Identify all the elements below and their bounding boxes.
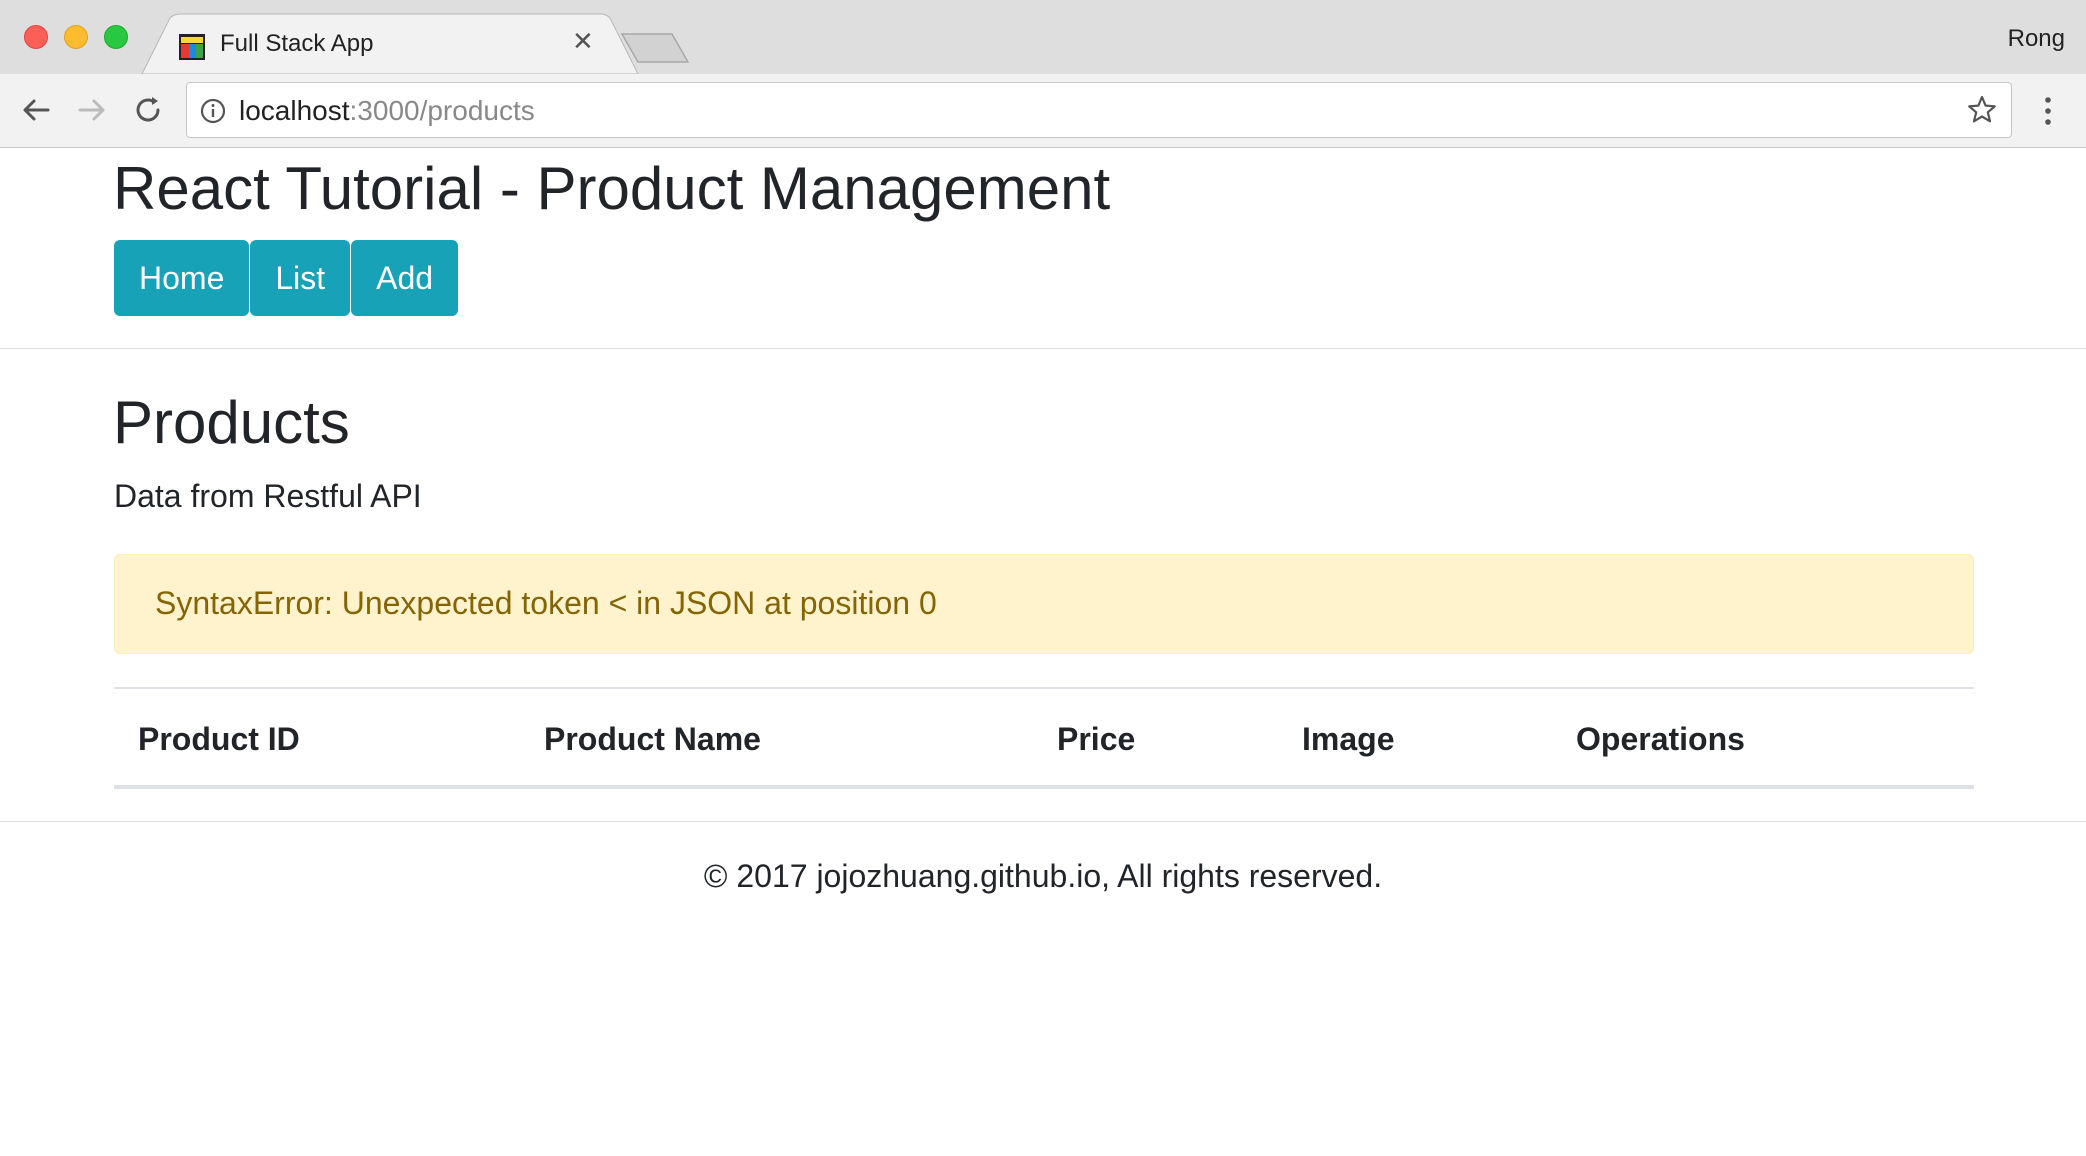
column-header-price: Price xyxy=(1057,721,1136,757)
url-path: :3000/products xyxy=(349,95,535,126)
url-text[interactable]: localhost:3000/products xyxy=(239,95,535,127)
more-menu-icon[interactable] xyxy=(2034,94,2062,128)
column-header-image: Image xyxy=(1302,721,1395,757)
nav-list-button[interactable]: List xyxy=(250,240,351,316)
error-alert-text: SyntaxError: Unexpected token < in JSON … xyxy=(155,585,937,621)
header-divider xyxy=(0,348,2086,349)
column-header-product-name: Product Name xyxy=(544,721,761,757)
reload-icon[interactable] xyxy=(130,92,166,128)
browser-titlebar: Full Stack App ✕ Rong xyxy=(0,0,2086,74)
page-content: React Tutorial - Product Management Home… xyxy=(0,148,2086,1156)
column-header-operations: Operations xyxy=(1576,721,1745,757)
new-tab-button[interactable] xyxy=(620,33,690,63)
page-title: Products xyxy=(113,389,350,456)
active-tab-shape[interactable] xyxy=(141,13,639,74)
table-header-border xyxy=(114,785,1974,789)
footer-divider xyxy=(0,821,2086,822)
footer-copyright: © 2017 jojozhuang.github.io, All rights … xyxy=(703,858,1383,894)
tab-close-icon[interactable]: ✕ xyxy=(572,28,594,54)
main-nav: Home List Add xyxy=(114,240,459,316)
column-header-product-id: Product ID xyxy=(138,721,300,757)
info-icon[interactable] xyxy=(199,97,227,125)
nav-home-button[interactable]: Home xyxy=(114,240,250,316)
back-arrow-icon[interactable] xyxy=(18,92,54,128)
app-title: React Tutorial - Product Management xyxy=(113,155,1111,222)
address-bar[interactable]: localhost:3000/products xyxy=(186,82,2012,138)
table-header-row: Product ID Product Name Price Image Oper… xyxy=(114,689,1974,785)
tab-title[interactable]: Full Stack App xyxy=(220,30,373,58)
error-alert: SyntaxError: Unexpected token < in JSON … xyxy=(114,554,1974,654)
nav-add-button[interactable]: Add xyxy=(351,240,459,316)
forward-arrow-icon[interactable] xyxy=(74,92,110,128)
url-host: localhost xyxy=(239,95,350,126)
star-icon[interactable] xyxy=(1965,93,1999,127)
favicon-icon xyxy=(179,34,205,60)
browser-toolbar: localhost:3000/products xyxy=(0,74,2086,148)
profile-name[interactable]: Rong xyxy=(2008,25,2065,53)
page-subtitle: Data from Restful API xyxy=(114,478,422,514)
